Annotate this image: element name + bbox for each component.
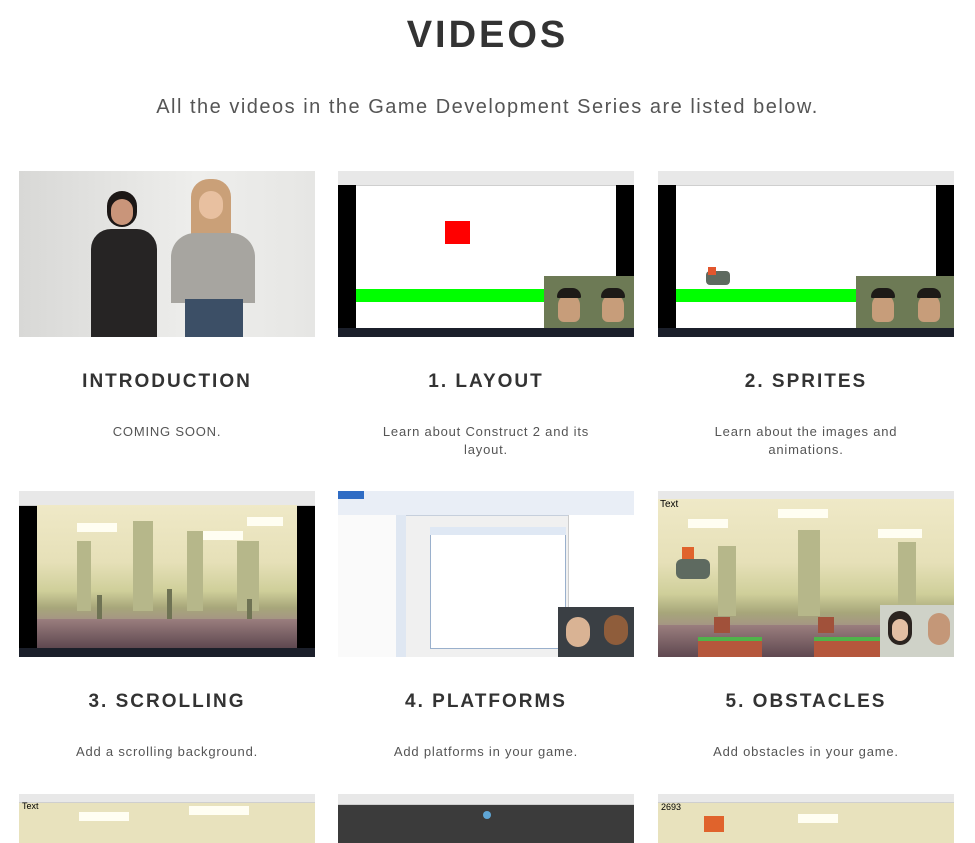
video-card-sprites[interactable]: 2. SPRITES Learn about the images and an… <box>658 171 954 457</box>
video-title[interactable]: 2. SPRITES <box>658 371 954 393</box>
red-block <box>445 221 470 244</box>
video-card-obstacles[interactable]: Text 5. OBSTACLES Add obstacles in your … <box>658 491 954 759</box>
video-thumbnail[interactable] <box>19 171 315 337</box>
video-description: Add obstacles in your game. <box>713 744 899 759</box>
video-card-introduction[interactable]: INTRODUCTION COMING SOON. <box>19 171 315 439</box>
video-title[interactable]: 1. LAYOUT <box>338 371 634 393</box>
page-subtitle: All the videos in the Game Development S… <box>156 96 819 118</box>
text-label: Text <box>660 499 679 510</box>
score-label: 2693 <box>661 802 682 812</box>
video-thumbnail[interactable]: Text <box>658 491 954 657</box>
video-thumbnail[interactable] <box>338 171 634 337</box>
video-description: Add a scrolling background. <box>75 744 259 759</box>
page-title: VIDEOS <box>406 14 569 56</box>
video-card-scrolling[interactable]: 3. SCROLLING Add a scrolling background. <box>19 491 315 759</box>
video-title[interactable]: 3. SCROLLING <box>19 691 315 713</box>
video-description: Add platforms in your game. <box>393 744 579 759</box>
text-label: Text <box>22 801 39 811</box>
video-card-platforms[interactable]: 4. PLATFORMS Add platforms in your game. <box>338 491 634 759</box>
video-thumbnail[interactable] <box>658 171 954 337</box>
video-thumbnail-row3-left[interactable]: Text <box>19 794 315 843</box>
video-card-layout[interactable]: 1. LAYOUT Learn about Construct 2 and it… <box>338 171 634 457</box>
video-thumbnail-row3-middle[interactable] <box>338 794 634 843</box>
video-description: COMING SOON. <box>112 424 222 439</box>
video-thumbnail[interactable] <box>338 491 634 657</box>
video-thumbnail-row3-right[interactable]: 2693 <box>658 794 954 843</box>
dialog-window <box>430 527 566 649</box>
video-title[interactable]: INTRODUCTION <box>19 371 315 393</box>
dinosaur-sprite <box>676 559 710 579</box>
video-thumbnail[interactable] <box>19 491 315 657</box>
video-description: Learn about the images and animations. <box>714 424 898 457</box>
video-title[interactable]: 4. PLATFORMS <box>338 691 634 713</box>
video-description: Learn about Construct 2 and its layout. <box>382 424 590 457</box>
video-title[interactable]: 5. OBSTACLES <box>658 691 954 713</box>
